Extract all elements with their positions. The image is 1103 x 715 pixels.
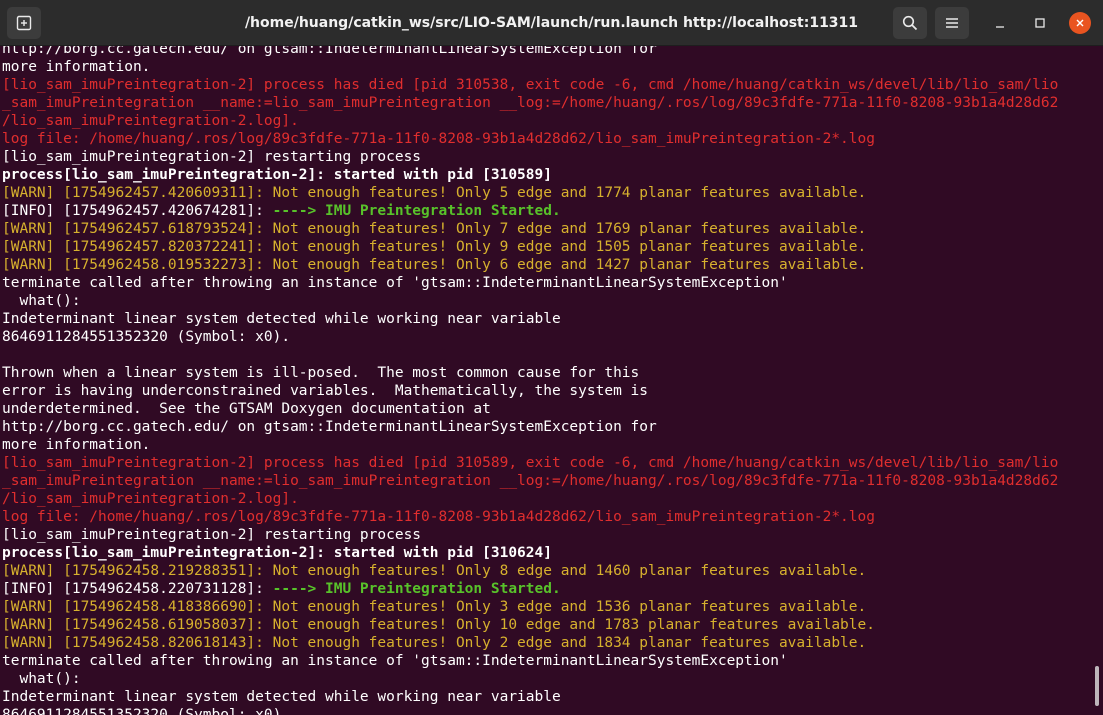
terminal-window: /home/huang/catkin_ws/src/LIO-SAM/launch… [0,0,1103,715]
minimize-button[interactable] [989,12,1011,34]
terminal-line-text: process[lio_sam_imuPreintegration-2]: st… [2,545,552,561]
terminal-line: [lio_sam_imuPreintegration-2] process ha… [2,454,1058,472]
terminal-text: http://borg.cc.gatech.edu/ on gtsam::Ind… [2,46,1058,715]
terminal-line-text: [WARN] [1754962457.420609311]: Not enoug… [2,185,867,201]
terminal-line: process[lio_sam_imuPreintegration-2]: st… [2,166,1058,184]
close-button[interactable] [1069,12,1091,34]
terminal-line-text: 8646911284551352320 (Symbol: x0). [2,329,291,345]
terminal-line-text: http://borg.cc.gatech.edu/ on gtsam::Ind… [2,419,657,435]
terminal-line: [WARN] [1754962458.418386690]: Not enoug… [2,598,1058,616]
terminal-line: error is having underconstrained variabl… [2,382,1058,400]
terminal-line: [lio_sam_imuPreintegration-2] restarting… [2,526,1058,544]
terminal-line: [INFO] [1754962457.420674281]: ----> IMU… [2,202,1058,220]
menu-button[interactable] [935,7,969,39]
minimize-icon [996,26,1004,28]
hamburger-menu-icon [946,18,958,28]
close-icon [1076,19,1084,27]
terminal-line: http://borg.cc.gatech.edu/ on gtsam::Ind… [2,46,1058,58]
terminal-line: [lio_sam_imuPreintegration-2] restarting… [2,148,1058,166]
terminal-line-text: process[lio_sam_imuPreintegration-2]: st… [2,167,552,183]
terminal-line: underdetermined. See the GTSAM Doxygen d… [2,400,1058,418]
search-icon [902,15,918,31]
imu-started-message: ----> IMU Preintegration Started. [272,581,561,597]
terminal-line: what(): [2,292,1058,310]
terminal-line: [WARN] [1754962458.820618143]: Not enoug… [2,634,1058,652]
terminal-line-text: [INFO] [1754962457.420674281]: [2,203,273,219]
terminal-line: terminate called after throwing an insta… [2,274,1058,292]
terminal-line-text: http://borg.cc.gatech.edu/ on gtsam::Ind… [2,46,657,57]
terminal-line: more information. [2,436,1058,454]
terminal-line-text: [lio_sam_imuPreintegration-2] process ha… [2,77,1059,93]
terminal-line-text: Indeterminant linear system detected whi… [2,311,561,327]
terminal-line-text: more information. [2,59,151,75]
maximize-button[interactable] [1029,12,1051,34]
search-button[interactable] [893,7,927,39]
terminal-line-text: _sam_imuPreintegration __name:=lio_sam_i… [2,473,1059,489]
terminal-line: _sam_imuPreintegration __name:=lio_sam_i… [2,472,1058,490]
terminal-line: 8646911284551352320 (Symbol: x0). [2,328,1058,346]
terminal-line: log file: /home/huang/.ros/log/89c3fdfe-… [2,130,1058,148]
terminal-line: _sam_imuPreintegration __name:=lio_sam_i… [2,94,1058,112]
terminal-line-text: what(): [2,293,81,309]
imu-started-message: ----> IMU Preintegration Started. [272,203,561,219]
terminal-line: [WARN] [1754962457.420609311]: Not enoug… [2,184,1058,202]
terminal-line-text: error is having underconstrained variabl… [2,383,649,399]
new-tab-icon [16,15,32,31]
scrollbar-thumb[interactable] [1095,666,1099,706]
terminal-line: process[lio_sam_imuPreintegration-2]: st… [2,544,1058,562]
terminal-line: http://borg.cc.gatech.edu/ on gtsam::Ind… [2,418,1058,436]
terminal-line-text: [lio_sam_imuPreintegration-2] restarting… [2,527,422,543]
terminal-line-text: 8646911284551352320 (Symbol: x0). [2,707,291,715]
title-bar[interactable]: /home/huang/catkin_ws/src/LIO-SAM/launch… [0,0,1103,46]
terminal-line-text: [lio_sam_imuPreintegration-2] process ha… [2,455,1059,471]
new-tab-button[interactable] [7,7,41,39]
terminal-line: Indeterminant linear system detected whi… [2,310,1058,328]
terminal-line: [WARN] [1754962457.820372241]: Not enoug… [2,238,1058,256]
terminal-line: more information. [2,58,1058,76]
terminal-line-text: log file: /home/huang/.ros/log/89c3fdfe-… [2,131,875,147]
terminal-line-text: [WARN] [1754962458.019532273]: Not enoug… [2,257,867,273]
terminal-line-text: [WARN] [1754962458.219288351]: Not enoug… [2,563,867,579]
terminal-line-text: underdetermined. See the GTSAM Doxygen d… [2,401,491,417]
terminal-line-text: _sam_imuPreintegration __name:=lio_sam_i… [2,95,1059,111]
terminal-line-text: log file: /home/huang/.ros/log/89c3fdfe-… [2,509,875,525]
terminal-line-text: /lio_sam_imuPreintegration-2.log]. [2,491,299,507]
terminal-line-text: [WARN] [1754962457.820372241]: Not enoug… [2,239,867,255]
terminal-line-text: terminate called after throwing an insta… [2,275,788,291]
terminal-line: terminate called after throwing an insta… [2,652,1058,670]
terminal-line: [INFO] [1754962458.220731128]: ----> IMU… [2,580,1058,598]
terminal-line-text: [WARN] [1754962458.820618143]: Not enoug… [2,635,867,651]
terminal-output[interactable]: http://borg.cc.gatech.edu/ on gtsam::Ind… [0,46,1090,715]
terminal-line-text: [WARN] [1754962457.618793524]: Not enoug… [2,221,867,237]
terminal-line-text: terminate called after throwing an insta… [2,653,788,669]
terminal-line-text: more information. [2,437,151,453]
terminal-line-text: [lio_sam_imuPreintegration-2] restarting… [2,149,422,165]
terminal-scrollbar[interactable] [1090,46,1103,715]
terminal-line: /lio_sam_imuPreintegration-2.log]. [2,490,1058,508]
terminal-line: [WARN] [1754962458.019532273]: Not enoug… [2,256,1058,274]
terminal-line-text: [WARN] [1754962458.619058037]: Not enoug… [2,617,875,633]
terminal-line-text: Thrown when a linear system is ill-posed… [2,365,640,381]
terminal-line: [WARN] [1754962458.619058037]: Not enoug… [2,616,1058,634]
terminal-line: [WARN] [1754962458.219288351]: Not enoug… [2,562,1058,580]
terminal-line-text: [WARN] [1754962458.418386690]: Not enoug… [2,599,867,615]
terminal-line: /lio_sam_imuPreintegration-2.log]. [2,112,1058,130]
terminal-line-text: Indeterminant linear system detected whi… [2,689,561,705]
terminal-line: [lio_sam_imuPreintegration-2] process ha… [2,76,1058,94]
terminal-line-text: what(): [2,671,81,687]
terminal-line: what(): [2,670,1058,688]
terminal-line: Thrown when a linear system is ill-posed… [2,364,1058,382]
terminal-line: 8646911284551352320 (Symbol: x0). [2,706,1058,715]
terminal-line-text: /lio_sam_imuPreintegration-2.log]. [2,113,299,129]
terminal-line-text: [INFO] [1754962458.220731128]: [2,581,273,597]
maximize-icon [1035,18,1045,28]
terminal-line: log file: /home/huang/.ros/log/89c3fdfe-… [2,508,1058,526]
terminal-line: Indeterminant linear system detected whi… [2,688,1058,706]
terminal-line: [WARN] [1754962457.618793524]: Not enoug… [2,220,1058,238]
